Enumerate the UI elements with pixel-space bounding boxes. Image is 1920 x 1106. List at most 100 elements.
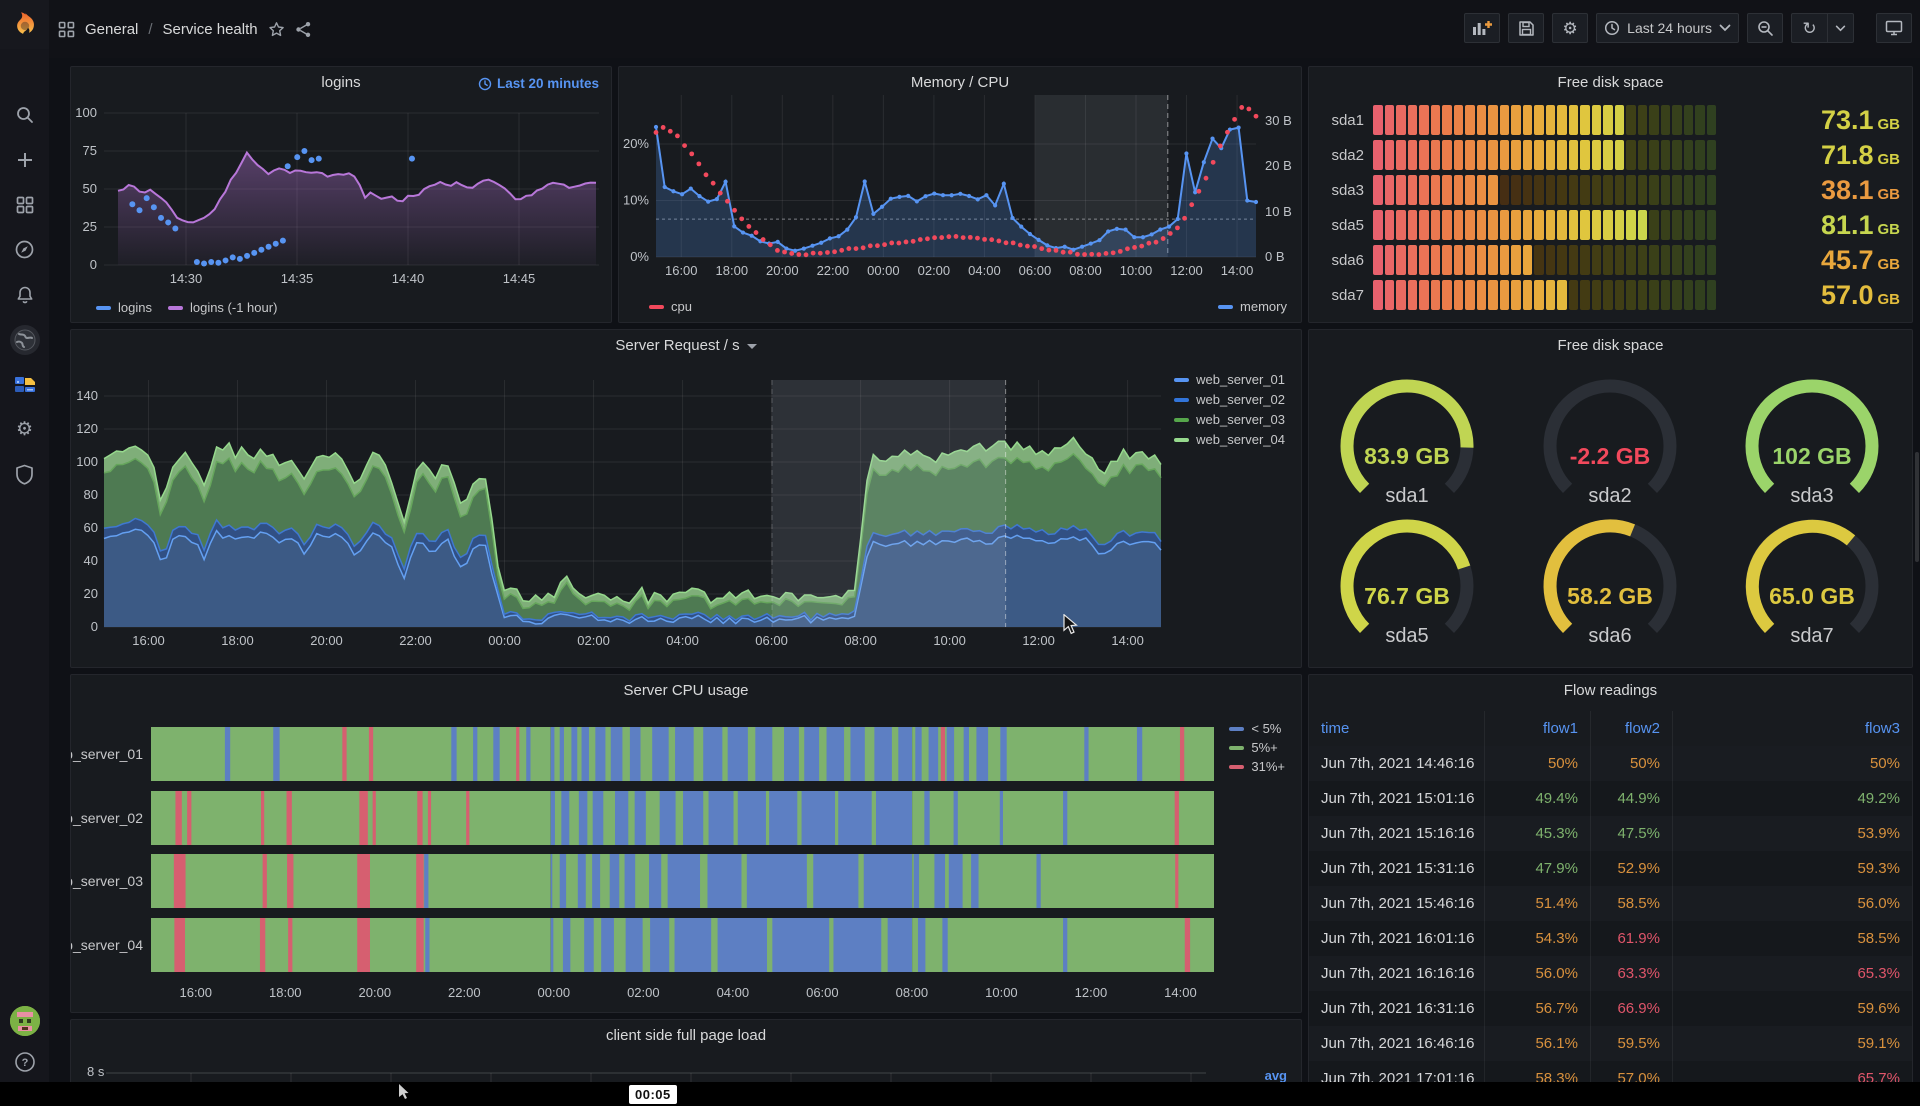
table-row[interactable]: Jun 7th, 2021 15:31:1647.9%52.9%59.3% [1309, 851, 1912, 886]
time-override-badge[interactable]: Last 20 minutes [478, 76, 599, 91]
legend-item[interactable]: web_server_01 [1174, 372, 1285, 387]
svg-text:-2.2 GB: -2.2 GB [1570, 443, 1651, 469]
cpu-dot [696, 161, 701, 166]
legend-label: web_server_02 [1196, 392, 1285, 407]
cpu-dot [854, 246, 859, 251]
cpu-dot [939, 235, 944, 240]
sidebar-explore[interactable] [0, 227, 49, 272]
table-row[interactable]: Jun 7th, 2021 15:01:1649.4%44.9%49.2% [1309, 781, 1912, 816]
panel-title[interactable]: Free disk space [1309, 337, 1912, 354]
share-icon[interactable] [295, 21, 312, 38]
panel-title[interactable]: Server CPU usage [71, 682, 1301, 699]
cell-flow3: 59.1% [1673, 1035, 1912, 1052]
cell-flow1: 45.3% [1485, 816, 1591, 851]
table-row[interactable]: Jun 7th, 2021 15:16:1645.3%47.5%53.9% [1309, 816, 1912, 851]
cycle-view-mode-button[interactable] [1876, 13, 1912, 43]
legend-item[interactable]: 5%+ [1229, 740, 1277, 755]
sidebar-create[interactable] [0, 137, 49, 182]
cpu-dot [1239, 105, 1244, 110]
svg-text:18:00: 18:00 [716, 263, 749, 278]
sidebar-alerting[interactable] [0, 272, 49, 317]
scrollbar-thumb[interactable] [1915, 452, 1919, 562]
add-panel-button[interactable] [1464, 13, 1500, 43]
disk-label: sda1 [1321, 112, 1373, 129]
table-row[interactable]: Jun 7th, 2021 16:46:1656.1%59.5%59.1% [1309, 1026, 1912, 1061]
panel-title[interactable]: Free disk space [1309, 74, 1912, 91]
time-range-picker[interactable]: Last 24 hours [1596, 13, 1739, 43]
avatar-pixel-icon [10, 1006, 40, 1036]
cell-time: Jun 7th, 2021 14:46:16 [1309, 746, 1485, 781]
panel-title[interactable]: Memory / CPU [619, 74, 1301, 91]
disk-cells [1373, 245, 1716, 275]
legend-item[interactable]: web_server_04 [1174, 432, 1285, 447]
search-icon [15, 105, 35, 125]
cpu-dot [811, 251, 816, 256]
cpu-dot [1075, 252, 1080, 257]
panel-free-disk-gauges: Free disk space 83.9 GBsda1-2.2 GBsda210… [1308, 329, 1913, 668]
memory-cpu-chart[interactable]: 20%10%0%30 B20 B10 B0 B16:0018:0020:0022… [619, 67, 1303, 324]
cpu-usage-timeline[interactable]: web_server_01web_server_02web_server_03w… [71, 675, 1303, 1014]
star-icon[interactable] [268, 21, 285, 38]
panel-title[interactable]: Flow readings [1309, 682, 1912, 699]
svg-text:20 B: 20 B [1265, 158, 1292, 173]
save-dashboard-button[interactable] [1508, 13, 1544, 43]
cell-flow2: 61.9% [1591, 921, 1673, 956]
sidebar-help[interactable]: ? [0, 1050, 49, 1074]
column-header-flow2[interactable]: flow2 [1591, 711, 1673, 746]
column-header-flow3[interactable]: flow3 [1673, 720, 1912, 737]
panel-title[interactable]: client side full page load [71, 1027, 1301, 1044]
cpu-dot [911, 239, 916, 244]
breadcrumb-folder[interactable]: General [85, 21, 138, 38]
legend-item[interactable]: web_server_02 [1174, 392, 1285, 407]
sidebar-dashboards[interactable] [0, 182, 49, 227]
legend-item[interactable]: cpu [649, 299, 692, 314]
svg-text:100: 100 [76, 454, 98, 469]
dashboard-settings-button[interactable]: ⚙ [1552, 13, 1588, 43]
svg-text:0%: 0% [630, 249, 649, 264]
table-row[interactable]: Jun 7th, 2021 15:46:1651.4%58.5%56.0% [1309, 886, 1912, 921]
legend-color-dash [1174, 398, 1189, 402]
legend-item[interactable]: logins (-1 hour) [168, 300, 277, 315]
table-row[interactable]: Jun 7th, 2021 16:31:1656.7%66.9%59.6% [1309, 991, 1912, 1026]
column-header-flow1[interactable]: flow1 [1485, 711, 1591, 746]
breadcrumb-dashboard[interactable]: Service health [163, 21, 258, 38]
sidebar-server-admin[interactable] [0, 452, 49, 497]
panel-memory-cpu: Memory / CPU 20%10%0%30 B20 B10 B0 B16:0… [618, 66, 1302, 323]
legend-item[interactable]: logins [96, 300, 152, 315]
sidebar-plugin-colored[interactable] [0, 362, 49, 407]
panel-title[interactable]: Server Request / s [71, 337, 1301, 354]
sidebar-search[interactable] [0, 92, 49, 137]
grafana-logo[interactable] [0, 0, 49, 49]
sidebar-plugin-worldmap[interactable] [0, 317, 49, 362]
add-panel-icon [1472, 20, 1492, 36]
server-requests-chart[interactable]: 14012010080604020016:0018:0020:0022:0000… [71, 330, 1303, 669]
table-row[interactable]: Jun 7th, 2021 14:46:1650%50%50% [1309, 746, 1912, 781]
refresh-button[interactable]: ↻ [1791, 13, 1827, 43]
cell-time: Jun 7th, 2021 15:46:16 [1309, 886, 1485, 921]
apps-grid-icon[interactable] [58, 21, 75, 38]
cell-flow1: 50% [1485, 746, 1591, 781]
svg-text:0: 0 [91, 619, 98, 634]
cpu-dot [875, 243, 880, 248]
legend-color-dash [96, 306, 111, 310]
sidebar-configuration[interactable]: ⚙ [0, 407, 49, 452]
column-header-time[interactable]: time [1309, 711, 1485, 746]
svg-text:06:00: 06:00 [1019, 263, 1052, 278]
logins-chart[interactable]: 100755025014:3014:3514:4014:45 [71, 67, 613, 324]
legend-item[interactable]: web_server_03 [1174, 412, 1285, 427]
table-row[interactable]: Jun 7th, 2021 16:01:1654.3%61.9%58.5% [1309, 921, 1912, 956]
disk-bargauge-rows: sda173.1GBsda271.8GBsda338.1GBsda581.1GB… [1321, 105, 1900, 315]
table-header: timeflow1flow2flow3 [1309, 711, 1912, 746]
cpu-dot [1196, 189, 1201, 194]
legend-item[interactable]: memory [1218, 299, 1287, 314]
breadcrumb-separator: / [148, 21, 152, 38]
disk-gauges[interactable]: 83.9 GBsda1-2.2 GBsda2102 GBsda376.7 GBs… [1309, 330, 1914, 669]
legend-item[interactable]: < 5% [1229, 721, 1281, 736]
legend-item[interactable]: 31%+ [1229, 759, 1285, 774]
zoom-out-button[interactable] [1747, 13, 1783, 43]
svg-text:web_server_02: web_server_02 [71, 810, 143, 826]
table-row[interactable]: Jun 7th, 2021 16:16:1656.0%63.3%65.3% [1309, 956, 1912, 991]
cell-time: Jun 7th, 2021 16:46:16 [1309, 1026, 1485, 1061]
user-avatar[interactable] [10, 1006, 40, 1036]
refresh-interval-dropdown[interactable] [1827, 13, 1854, 43]
